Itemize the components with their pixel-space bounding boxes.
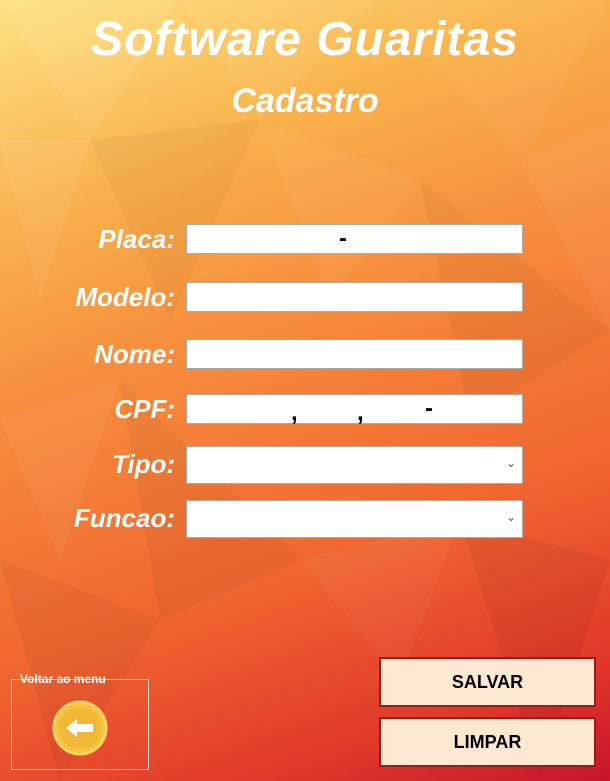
back-to-menu-group: Voltar ao menu xyxy=(11,672,149,770)
arrow-left-icon[interactable] xyxy=(52,700,108,756)
app-title: Software Guaritas xyxy=(91,13,519,66)
page-title: Cadastro xyxy=(231,82,379,120)
nome-label: Nome: xyxy=(94,339,175,369)
cpf-input[interactable]: , , - xyxy=(186,394,523,426)
modelo-input[interactable] xyxy=(186,282,523,312)
placa-mask-dash: - xyxy=(339,225,347,252)
chevron-down-icon: ⌄ xyxy=(505,510,516,524)
funcao-select[interactable]: ⌄ xyxy=(186,500,523,538)
chevron-down-icon: ⌄ xyxy=(505,456,516,470)
tipo-label: Tipo: xyxy=(111,449,175,479)
placa-input[interactable]: - xyxy=(186,224,523,254)
modelo-label: Modelo: xyxy=(75,282,175,312)
placa-label: Placa: xyxy=(98,224,175,254)
tipo-select[interactable]: ⌄ xyxy=(186,446,523,484)
funcao-label: Funcao: xyxy=(73,503,175,533)
clear-button[interactable]: LIMPAR xyxy=(379,717,596,767)
cpf-mask-sep-1: , xyxy=(291,399,298,426)
back-to-menu-label: Voltar ao menu xyxy=(20,672,106,686)
nome-input[interactable] xyxy=(186,339,523,369)
save-button[interactable]: SALVAR xyxy=(379,657,596,707)
cpf-mask-dash: - xyxy=(425,395,433,422)
cpf-mask-sep-2: , xyxy=(357,399,364,426)
cpf-label: CPF: xyxy=(114,394,175,424)
